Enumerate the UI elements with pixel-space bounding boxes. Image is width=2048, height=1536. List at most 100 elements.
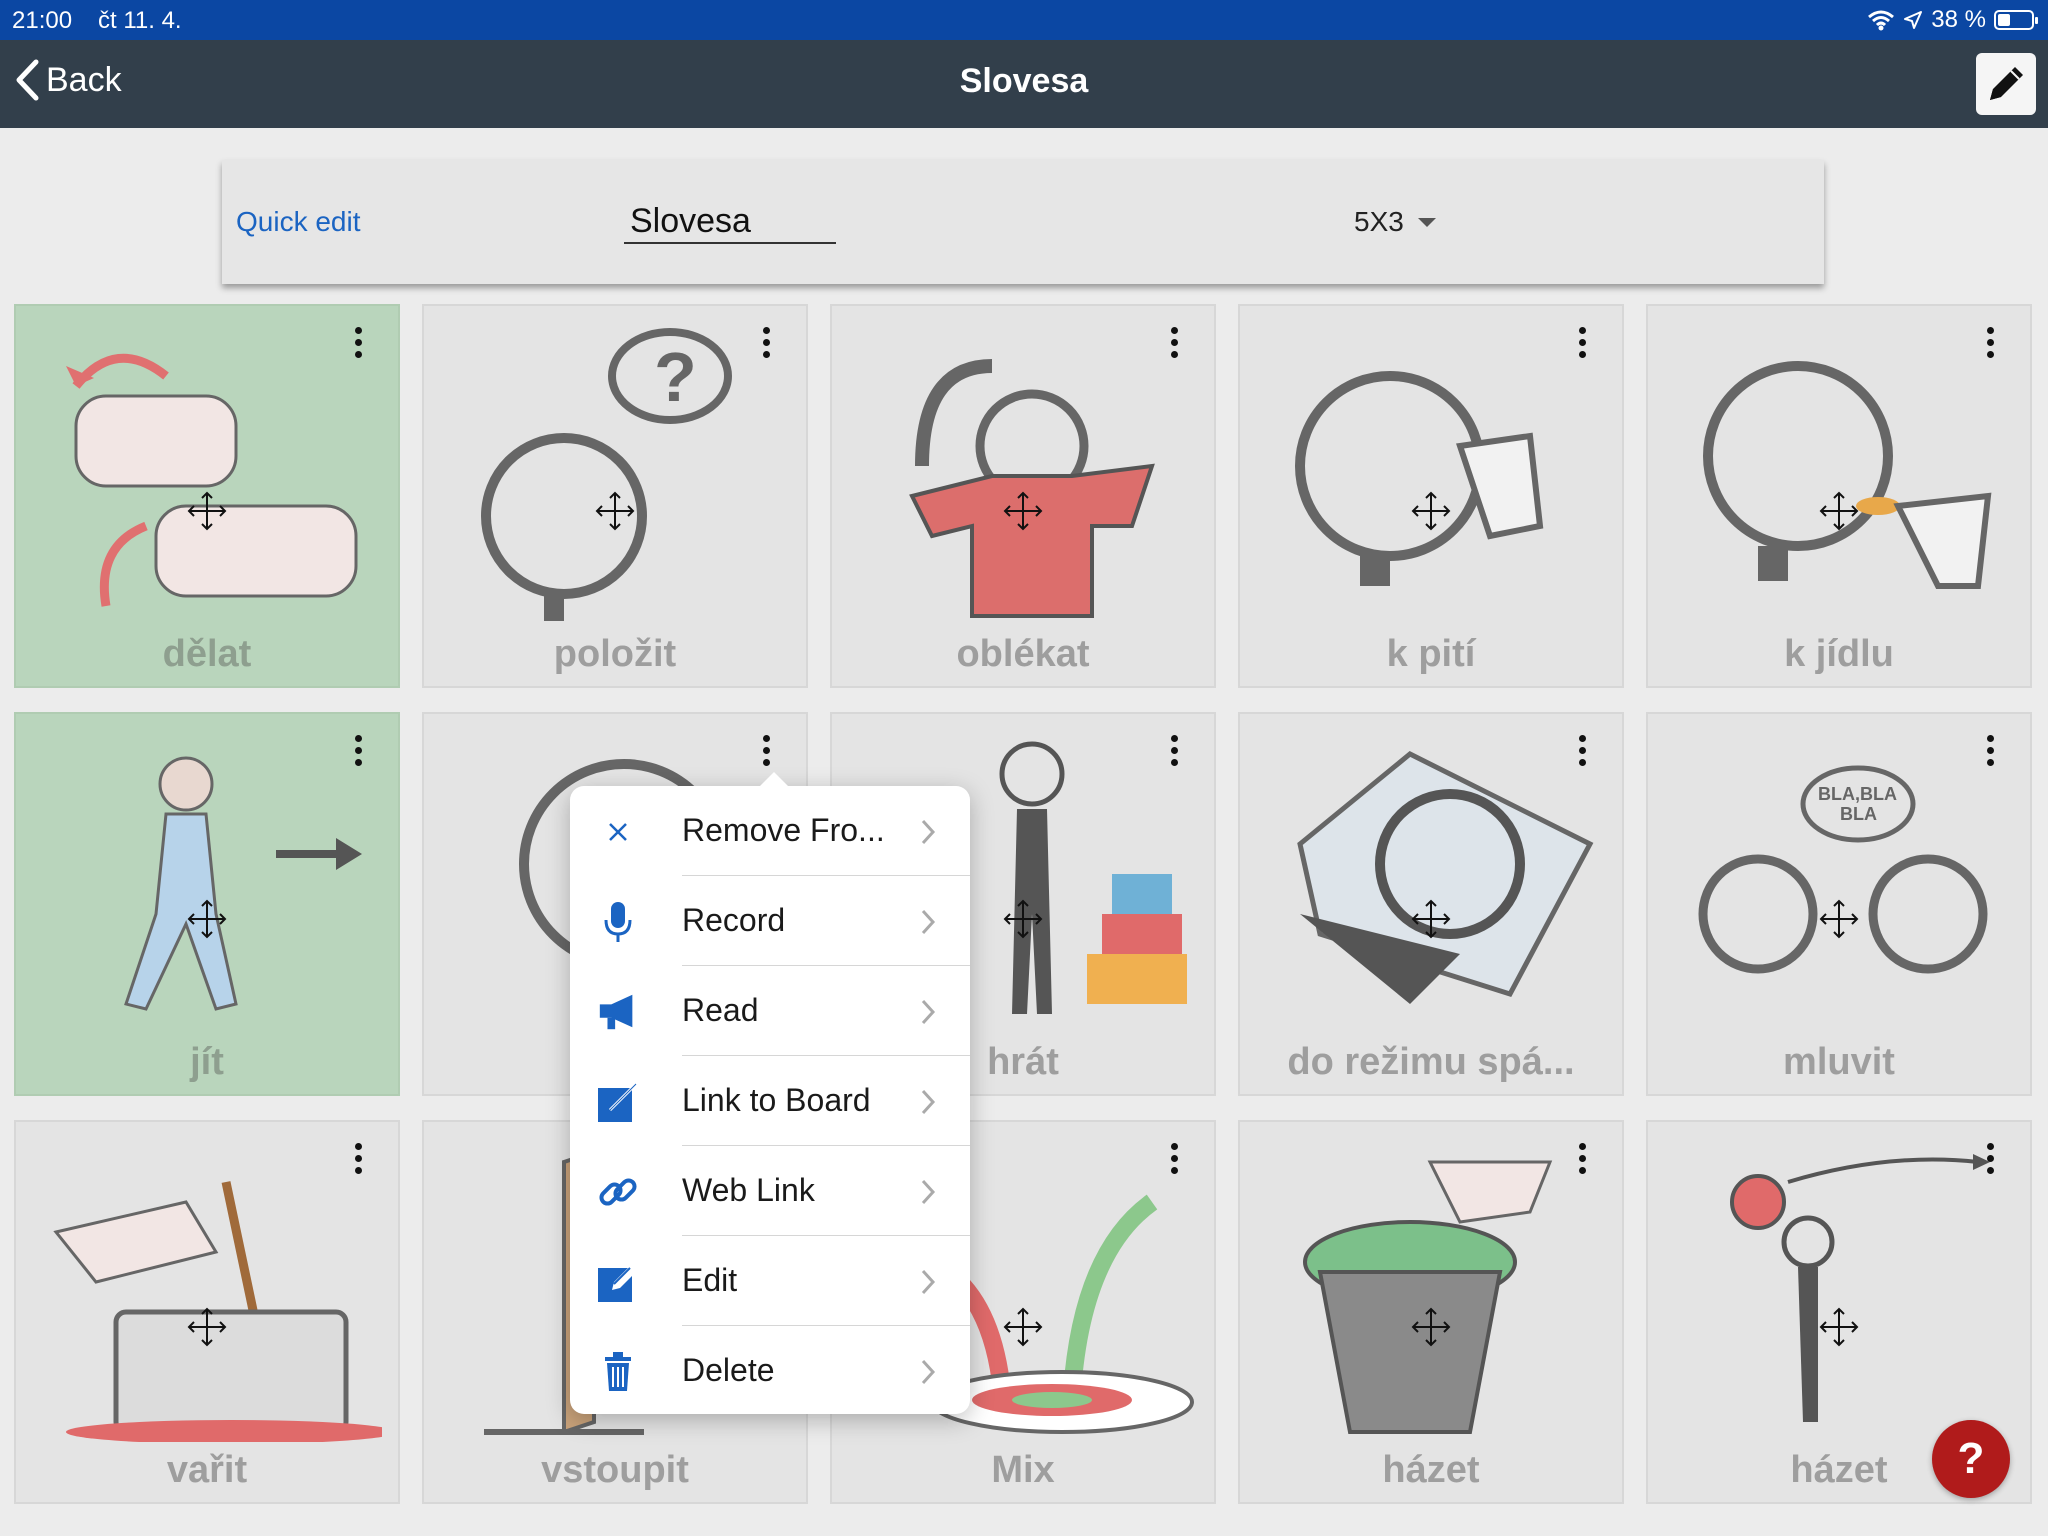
- more-icon[interactable]: [1980, 324, 2000, 360]
- tile-oblekat[interactable]: oblékat: [830, 304, 1216, 688]
- quick-edit-link[interactable]: Quick edit: [236, 206, 361, 238]
- more-icon[interactable]: [348, 324, 368, 360]
- dropdown-caret-icon: [1417, 217, 1436, 227]
- move-icon: [1819, 899, 1859, 939]
- tile-label: k jídlu: [1784, 633, 1894, 675]
- pencil-icon: [1990, 67, 2023, 100]
- chevron-right-icon: [921, 819, 936, 845]
- battery-fill: [1998, 14, 2010, 26]
- menu-item-label: Record: [682, 902, 786, 938]
- move-icon: [1411, 899, 1451, 939]
- edit-icon: [596, 1260, 640, 1304]
- tile-k-jidlu[interactable]: k jídlu: [1646, 304, 2032, 688]
- battery-icon: [1994, 10, 2038, 30]
- status-bar: 21:00 čt 11. 4. 38 %: [0, 0, 2048, 40]
- more-icon[interactable]: [1164, 1140, 1184, 1176]
- more-icon[interactable]: [1572, 324, 1592, 360]
- chevron-right-icon: [921, 1269, 936, 1295]
- ball-throwing-icon: [1730, 1154, 1990, 1422]
- chevron-right-icon: [921, 1359, 936, 1385]
- menu-item-label: Read: [682, 992, 759, 1028]
- tile-label: Mix: [991, 1449, 1055, 1491]
- menu-item-delete[interactable]: Delete: [570, 1326, 970, 1416]
- more-icon[interactable]: [1164, 732, 1184, 768]
- tile-label: do režimu spá...: [1287, 1041, 1575, 1083]
- tile-mluvit[interactable]: BLA,BLA BLA mluvit: [1646, 712, 2032, 1096]
- hands-doing-icon: [66, 353, 358, 607]
- more-icon[interactable]: [1572, 732, 1592, 768]
- location-arrow-icon: [1904, 11, 1923, 29]
- person-walking-icon: [124, 756, 362, 1011]
- move-icon: [595, 491, 635, 531]
- cooking-pot-icon: [53, 1181, 382, 1442]
- more-icon[interactable]: [1980, 732, 2000, 768]
- web-link-icon: [596, 1170, 640, 1214]
- nav-bar: Back Slovesa: [0, 40, 2048, 128]
- tile-label: k pití: [1386, 633, 1476, 675]
- more-icon[interactable]: [1164, 324, 1184, 360]
- move-icon: [1411, 491, 1451, 531]
- microphone-icon: [596, 900, 640, 944]
- battery-percent: 38 %: [1931, 6, 1986, 33]
- grid-size-value: 5X3: [1354, 206, 1404, 237]
- tile-hazet-trash[interactable]: házet: [1238, 1120, 1624, 1504]
- menu-item-record[interactable]: Record: [570, 876, 970, 966]
- person-question-icon: ?: [481, 328, 732, 621]
- link-board-icon: [596, 1080, 640, 1124]
- menu-item-remove[interactable]: Remove Fro...: [570, 786, 970, 876]
- tile-k-piti[interactable]: k pití: [1238, 304, 1624, 688]
- menu-item-edit[interactable]: Edit: [570, 1236, 970, 1326]
- move-icon: [187, 899, 227, 939]
- svg-text:BLA: BLA: [1840, 804, 1877, 824]
- tile-varit[interactable]: vařit: [14, 1120, 400, 1504]
- svg-text:BLA,BLA: BLA,BLA: [1818, 784, 1897, 804]
- menu-item-label: Web Link: [682, 1172, 815, 1208]
- more-icon[interactable]: [1980, 1140, 2000, 1176]
- edit-mode-button[interactable]: [1976, 53, 2036, 115]
- tile-jit[interactable]: jít: [14, 712, 400, 1096]
- tile-label: oblékat: [956, 633, 1090, 675]
- move-icon: [1003, 899, 1043, 939]
- menu-item-label: Link to Board: [682, 1082, 871, 1118]
- svg-text:?: ?: [654, 338, 697, 416]
- chevron-right-icon: [921, 1179, 936, 1205]
- more-icon[interactable]: [1572, 1140, 1592, 1176]
- tile-polozit[interactable]: ? položit: [422, 304, 808, 688]
- menu-item-read[interactable]: Read: [570, 966, 970, 1056]
- status-date: čt 11. 4.: [98, 7, 182, 34]
- status-right: 38 %: [1867, 6, 2038, 34]
- more-icon[interactable]: [348, 1140, 368, 1176]
- wifi-icon: [1868, 10, 1895, 31]
- grid-size-select[interactable]: 5X3: [1354, 206, 1436, 238]
- person-dressing-icon: [909, 359, 1155, 618]
- tile-label: mluvit: [1783, 1041, 1895, 1083]
- help-button[interactable]: ?: [1932, 1420, 2010, 1498]
- more-icon[interactable]: [756, 324, 776, 360]
- tile-label: položit: [553, 633, 677, 675]
- trash-icon: [596, 1350, 640, 1394]
- person-eating-icon: [1703, 361, 1992, 589]
- move-icon: [1819, 491, 1859, 531]
- menu-item-label: Edit: [682, 1262, 738, 1298]
- person-sleeping-icon: [1297, 751, 1594, 1004]
- tile-label: vstoupit: [541, 1449, 689, 1491]
- chevron-right-icon: [921, 1089, 936, 1115]
- megaphone-icon: [596, 990, 640, 1034]
- move-icon: [1003, 1307, 1043, 1347]
- tile-label: házet: [1382, 1449, 1480, 1491]
- more-icon[interactable]: [348, 732, 368, 768]
- move-icon: [187, 491, 227, 531]
- more-icon[interactable]: [756, 732, 776, 768]
- menu-item-web-link[interactable]: Web Link: [570, 1146, 970, 1236]
- move-icon: [187, 1307, 227, 1347]
- chevron-right-icon: [921, 909, 936, 935]
- move-icon: [1003, 491, 1043, 531]
- tile-context-menu: Remove Fro... Record Read Link to Board …: [570, 772, 970, 1416]
- tile-do-rezimu-spanku[interactable]: do režimu spá...: [1238, 712, 1624, 1096]
- tile-delat[interactable]: dělat: [14, 304, 400, 688]
- person-drinking-icon: [1295, 371, 1544, 586]
- tile-label: vařit: [166, 1449, 248, 1491]
- board-name-field[interactable]: [624, 200, 836, 244]
- menu-item-link-to-board[interactable]: Link to Board: [570, 1056, 970, 1146]
- menu-item-label: Remove Fro...: [682, 812, 885, 848]
